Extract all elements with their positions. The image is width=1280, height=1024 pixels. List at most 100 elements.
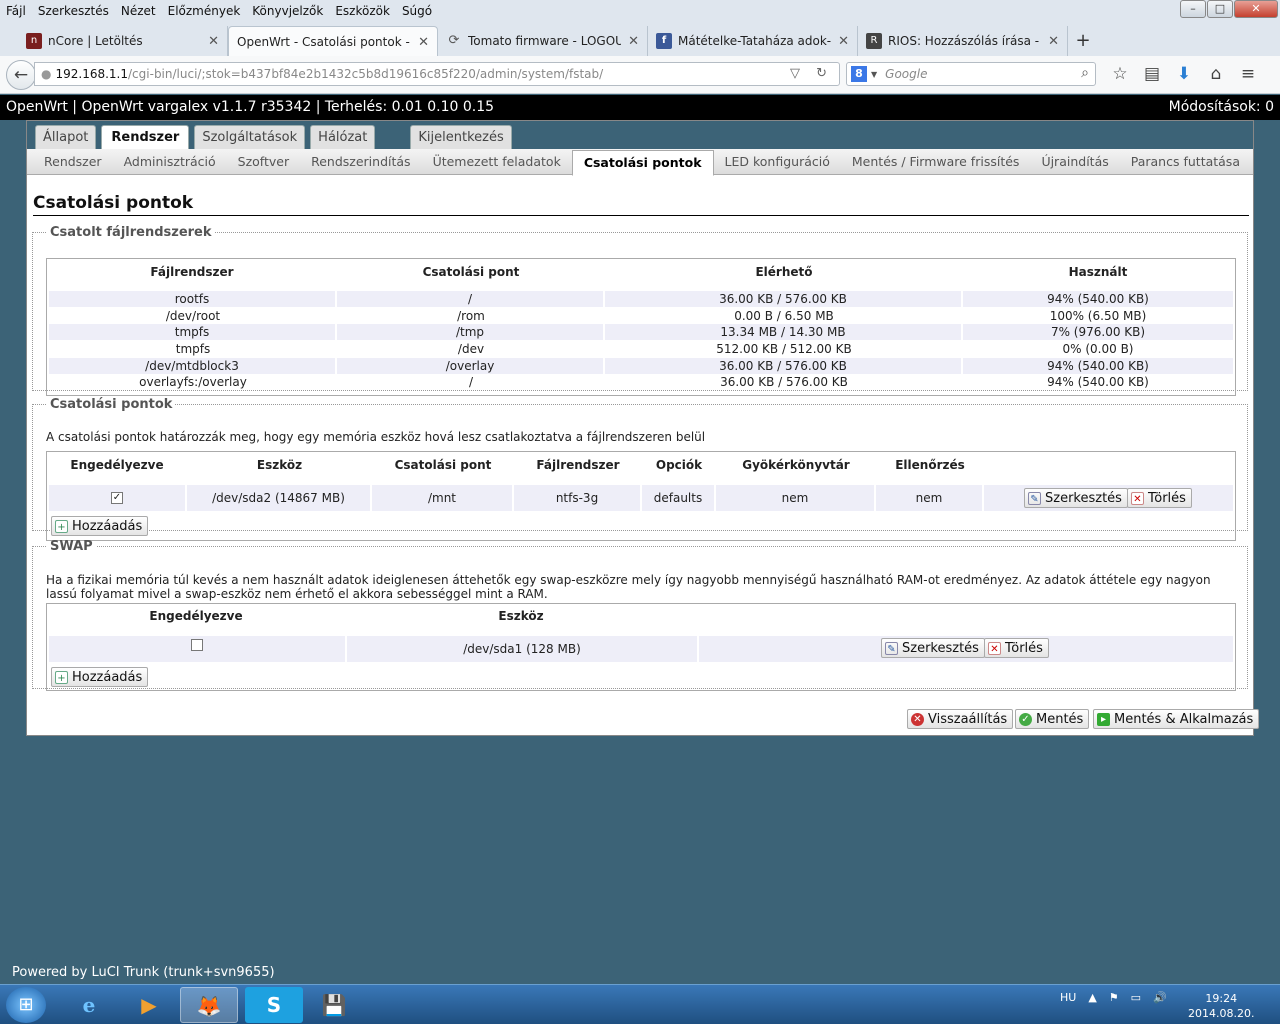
edit-button[interactable]: ✎ Szerkesztés: [881, 638, 985, 658]
menu-icon[interactable]: ≡: [1232, 62, 1264, 86]
changes-counter[interactable]: Módosítások: 0: [1169, 95, 1274, 120]
search-icon[interactable]: ⌕: [1081, 65, 1089, 81]
tab-status[interactable]: Állapot: [35, 125, 97, 149]
column-header: Fájlrendszer: [536, 458, 620, 472]
skype-icon[interactable]: S: [245, 987, 303, 1023]
save-disk-icon[interactable]: 💾: [305, 987, 363, 1023]
subtab-administration[interactable]: Adminisztráció: [113, 150, 227, 174]
subtab-backup-flash[interactable]: Mentés / Firmware frissítés: [841, 150, 1031, 174]
mount-table: Engedélyezve Eszköz Csatolási pont Fájlr…: [46, 451, 1236, 541]
tab-services[interactable]: Szolgáltatások: [194, 125, 306, 149]
mountpoint-cell: /rom: [457, 309, 485, 323]
tab-logout[interactable]: Kijelentkezés: [410, 125, 512, 149]
mountpoint-cell: /overlay: [337, 358, 605, 374]
back-button[interactable]: ←: [6, 59, 36, 90]
close-icon[interactable]: ✕: [628, 34, 639, 49]
edit-icon: ✎: [885, 641, 898, 655]
search-bar[interactable]: 8 ▼ Google ⌕: [846, 62, 1096, 86]
tab-network[interactable]: Hálózat: [310, 125, 376, 149]
start-button[interactable]: ⊞: [6, 987, 46, 1023]
add-mount-button[interactable]: + Hozzáadás: [51, 516, 149, 536]
delete-button[interactable]: ✕ Törlés: [984, 638, 1049, 658]
subtab-led-config[interactable]: LED konfiguráció: [714, 150, 841, 174]
close-icon[interactable]: ✕: [418, 35, 429, 50]
windows-taskbar: ⊞ e ▶ 🦊 S 💾 HU ▲ ⚑ ▭ 🔊 19:24 2014.08.20.: [0, 984, 1280, 1024]
tab-title: RIOS: Hozzászólás írása - T...: [888, 34, 1041, 48]
add-icon: +: [55, 519, 68, 533]
show-hidden-icons-icon[interactable]: ▲: [1088, 991, 1096, 1004]
bookmarks-list-icon[interactable]: ▤: [1136, 62, 1168, 86]
save-apply-button[interactable]: ▸ Mentés & Alkalmazás: [1093, 709, 1260, 729]
menu-bookmarks[interactable]: Könyvjelzők: [246, 1, 329, 21]
available-cell: 0.00 B / 6.50 MB: [734, 309, 834, 323]
reset-button[interactable]: ✕ Visszaállítás: [907, 709, 1014, 729]
browser-tab[interactable]: ⟳ Tomato firmware - LOGOU... ✕: [438, 26, 648, 56]
language-indicator[interactable]: HU: [1060, 991, 1076, 1004]
subtab-reboot[interactable]: Újraindítás: [1030, 150, 1119, 174]
chevron-down-icon: ▼: [871, 69, 878, 79]
menu-tools[interactable]: Eszközök: [329, 1, 396, 21]
menu-edit[interactable]: Szerkesztés: [32, 1, 115, 21]
menu-file[interactable]: Fájl: [0, 1, 32, 21]
volume-icon[interactable]: 🔊: [1153, 991, 1167, 1004]
delete-button[interactable]: ✕ Törlés: [1127, 488, 1192, 508]
tab-system[interactable]: Rendszer: [101, 125, 190, 149]
filesystem-cell: overlayfs:/overlay: [139, 375, 247, 389]
save-label: Mentés: [1036, 711, 1084, 727]
edit-button[interactable]: ✎ Szerkesztés: [1024, 488, 1128, 508]
clock[interactable]: 19:24 2014.08.20.: [1188, 991, 1254, 1021]
clock-date: 2014.08.20.: [1188, 1007, 1255, 1020]
sub-tabs: Rendszer Adminisztráció Szoftver Rendsze…: [27, 149, 1253, 176]
flag-icon[interactable]: ⚑: [1109, 991, 1119, 1004]
browser-tab-bar: n nCore | Letöltés ✕ OpenWrt - Csatolási…: [0, 22, 1280, 56]
menu-history[interactable]: Előzmények: [162, 1, 247, 21]
bookmark-star-icon[interactable]: ☆: [1104, 62, 1136, 86]
maximize-button[interactable]: □: [1207, 0, 1233, 18]
media-player-icon[interactable]: ▶: [120, 987, 178, 1023]
column-header: Fájlrendszer: [150, 265, 234, 279]
add-swap-button[interactable]: + Hozzáadás: [51, 667, 149, 687]
enabled-checkbox[interactable]: ✓: [111, 492, 123, 504]
new-tab-button[interactable]: +: [1068, 26, 1098, 56]
tab-title: OpenWrt - Csatolási pontok - L...: [237, 34, 411, 49]
network-icon[interactable]: ▭: [1131, 991, 1141, 1004]
openwrt-header: OpenWrt | OpenWrt vargalex v1.1.7 r35342…: [0, 95, 1280, 120]
mountpoint-cell: /: [337, 291, 605, 307]
url-bar[interactable]: ● 192.168.1.1 /cgi-bin/luci/;stok=b437bf…: [34, 62, 840, 86]
search-input[interactable]: Google: [885, 67, 927, 81]
firefox-icon[interactable]: 🦊: [180, 987, 238, 1023]
ie-icon[interactable]: e: [60, 987, 118, 1023]
close-icon[interactable]: ✕: [208, 34, 219, 49]
browser-tab[interactable]: R RIOS: Hozzászólás írása - T... ✕: [858, 26, 1068, 56]
download-icon[interactable]: ⬇: [1168, 62, 1200, 86]
swap-table: Engedélyezve Eszköz /dev/sda1 (128 MB) ✎…: [46, 603, 1236, 691]
menu-help[interactable]: Súgó: [396, 1, 438, 21]
ncore-icon: n: [26, 33, 42, 49]
browser-tab-active[interactable]: OpenWrt - Csatolási pontok - L... ✕: [228, 26, 438, 56]
clock-time: 19:24: [1205, 992, 1238, 1005]
subtab-system[interactable]: Rendszer: [33, 150, 113, 174]
browser-tab[interactable]: n nCore | Letöltés ✕: [18, 26, 228, 56]
subtab-software[interactable]: Szoftver: [227, 150, 300, 174]
edit-icon: ✎: [1028, 491, 1041, 505]
edit-label: Szerkesztés: [1045, 490, 1122, 506]
mounted-filesystems-section: Csatolt fájlrendszerek Fájlrendszer Csat…: [32, 225, 1248, 396]
enabled-checkbox[interactable]: [191, 639, 203, 651]
subtab-scheduled-tasks[interactable]: Ütemezett feladatok: [422, 150, 572, 174]
delete-label: Törlés: [1148, 490, 1186, 506]
close-icon[interactable]: ✕: [1048, 34, 1059, 49]
subtab-run-command[interactable]: Parancs futtatása: [1120, 150, 1251, 174]
browser-tab[interactable]: f Mátételke-Tataháza adok-... ✕: [648, 26, 858, 56]
google-icon[interactable]: 8: [851, 66, 867, 82]
home-icon[interactable]: ⌂: [1200, 62, 1232, 86]
reload-icon[interactable]: ▽ ↻: [790, 66, 833, 81]
save-button[interactable]: ✓ Mentés: [1015, 709, 1090, 729]
close-window-button[interactable]: ✕: [1234, 0, 1278, 18]
subtab-mount-points[interactable]: Csatolási pontok: [571, 149, 714, 176]
subtab-startup[interactable]: Rendszerindítás: [300, 150, 421, 174]
close-icon[interactable]: ✕: [838, 34, 849, 49]
column-header: Ellenőrzés: [895, 458, 965, 472]
minimize-button[interactable]: –: [1180, 0, 1206, 18]
table-row: overlayfs:/overlay / 36.00 KB / 576.00 K…: [49, 374, 1233, 390]
menu-view[interactable]: Nézet: [115, 1, 162, 21]
